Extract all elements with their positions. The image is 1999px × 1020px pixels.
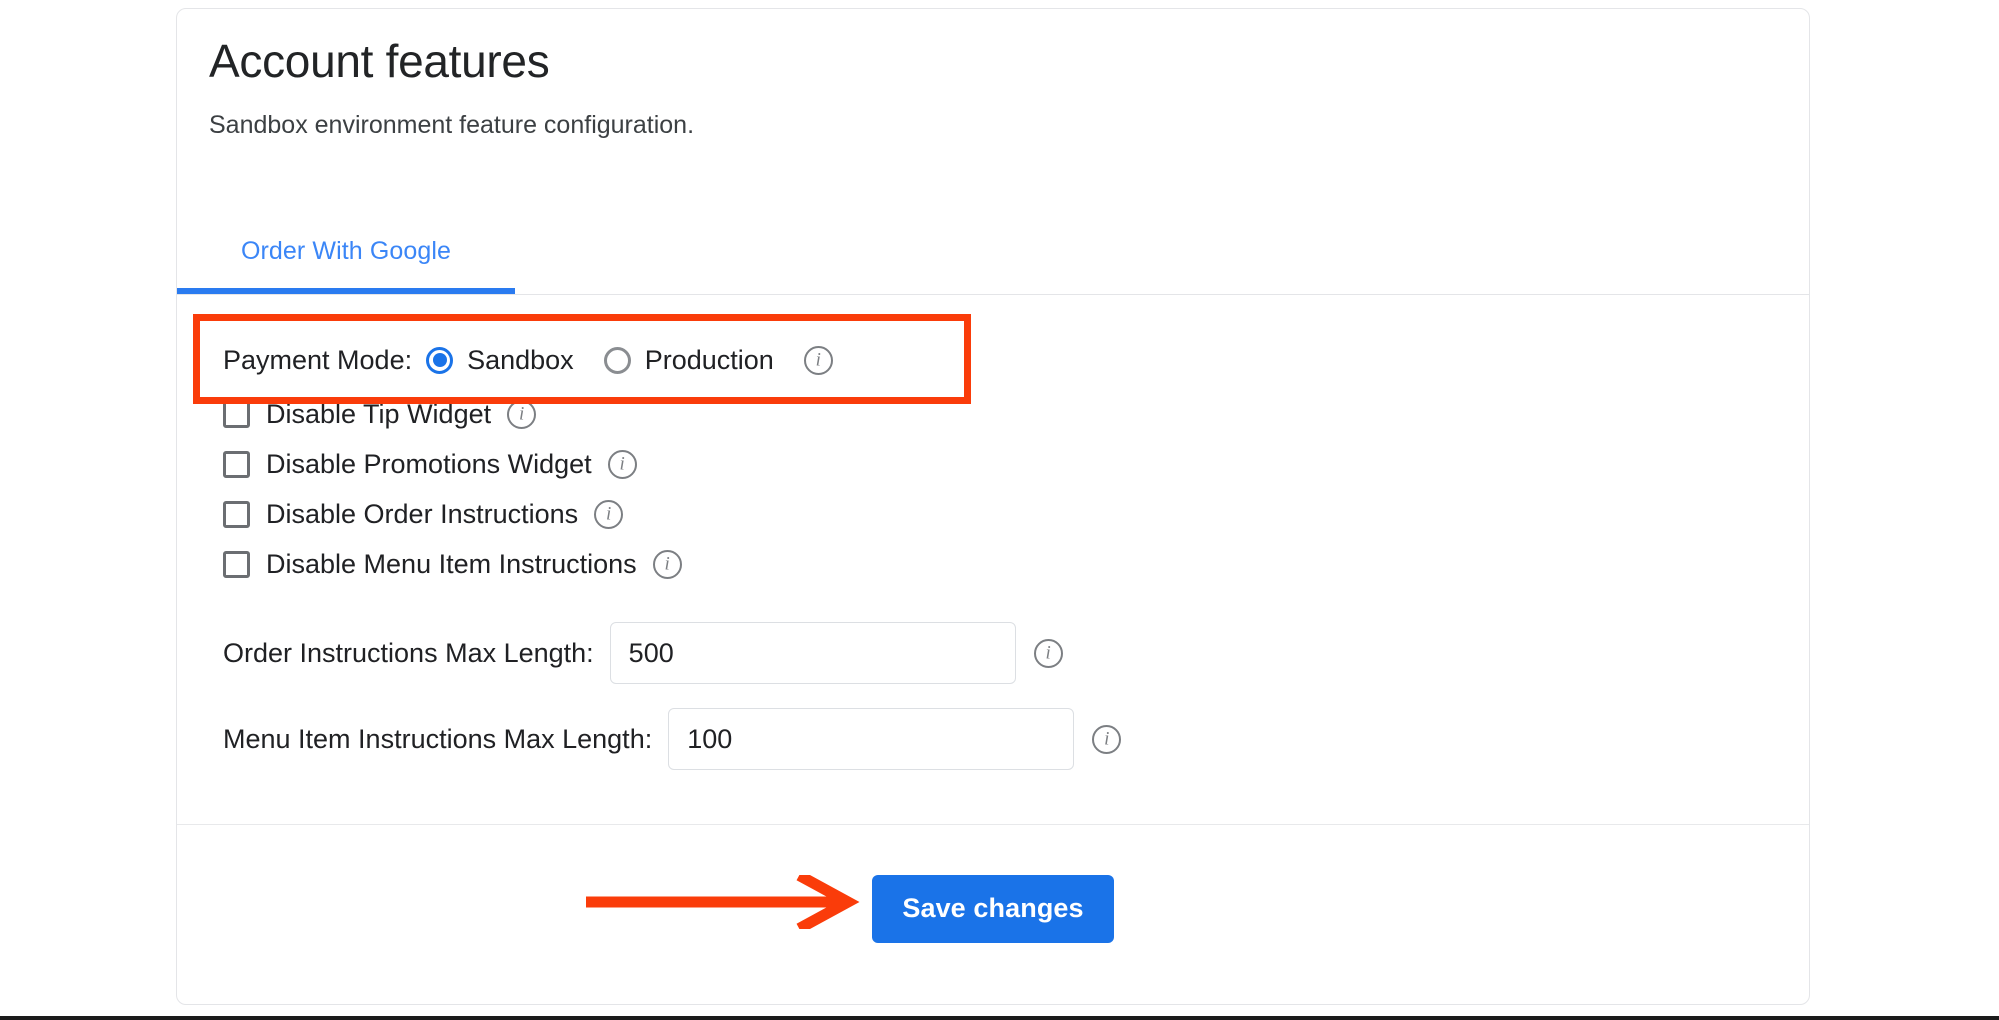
tab-active-indicator [177,288,515,294]
checkbox-row-disable-menu-item-instructions[interactable]: Disable Menu Item Instructions i [223,540,1777,588]
checkbox-disable-order-instructions[interactable] [223,500,250,528]
radio-production-label: Production [644,344,774,375]
info-icon-disable-promotions-widget[interactable]: i [607,449,637,479]
bottom-edge-rule [0,1016,1999,1020]
checkbox-label: Disable Order Instructions [266,498,579,529]
tab-bar: Order With Google [177,207,1809,295]
radio-sandbox-icon[interactable] [426,346,454,374]
info-icon-disable-order-instructions[interactable]: i [594,499,624,529]
page-title: Account features [209,35,550,87]
card-footer: Save changes [177,824,1809,1004]
checkbox-label: Disable Promotions Widget [266,448,592,479]
info-icon-disable-menu-item-instructions[interactable]: i [652,549,682,579]
save-changes-button[interactable]: Save changes [872,874,1114,943]
checkbox-disable-menu-item-instructions[interactable] [223,550,250,578]
payment-mode-label: Payment Mode: [223,344,413,375]
checkbox-row-disable-promotions-widget[interactable]: Disable Promotions Widget i [223,440,1777,488]
info-icon-menu-item-instructions-max-length[interactable]: i [1092,724,1122,754]
feature-checkbox-list: Disable Tip Widget i Disable Promotions … [209,390,1777,588]
field-label: Order Instructions Max Length: [223,637,594,668]
tab-label: Order With Google [240,236,452,265]
checkbox-label: Disable Menu Item Instructions [266,548,637,579]
radio-production-icon[interactable] [603,346,631,374]
checkbox-row-disable-tip-widget[interactable]: Disable Tip Widget i [223,390,1777,438]
info-icon-order-instructions-max-length[interactable]: i [1033,638,1063,668]
checkbox-label: Disable Tip Widget [266,398,492,429]
radio-option-production[interactable]: Production [603,344,774,376]
field-row-menu-item-instructions-max-length: Menu Item Instructions Max Length: i [209,708,1777,770]
card-header: Account features Sandbox environment fea… [177,9,1809,140]
card-body: Payment Mode: Sandbox Production i Disab… [177,296,1809,770]
account-features-card: Account features Sandbox environment fea… [176,8,1810,1005]
checkbox-row-disable-order-instructions[interactable]: Disable Order Instructions i [223,490,1777,538]
info-icon-payment-mode[interactable]: i [803,345,833,375]
checkbox-disable-tip-widget[interactable] [223,400,250,428]
menu-item-instructions-max-length-input[interactable] [668,708,1075,770]
radio-option-sandbox[interactable]: Sandbox [426,345,574,376]
tab-order-with-google[interactable]: Order With Google [177,207,515,295]
order-instructions-max-length-input[interactable] [609,622,1016,684]
page-subtitle: Sandbox environment feature configuratio… [209,110,695,139]
info-icon-disable-tip-widget[interactable]: i [507,399,537,429]
radio-sandbox-label: Sandbox [467,344,574,375]
field-label: Menu Item Instructions Max Length: [223,723,653,754]
payment-mode-row: Payment Mode: Sandbox Production i [209,334,1777,386]
checkbox-disable-promotions-widget[interactable] [223,450,250,478]
field-row-order-instructions-max-length: Order Instructions Max Length: i [209,622,1777,684]
